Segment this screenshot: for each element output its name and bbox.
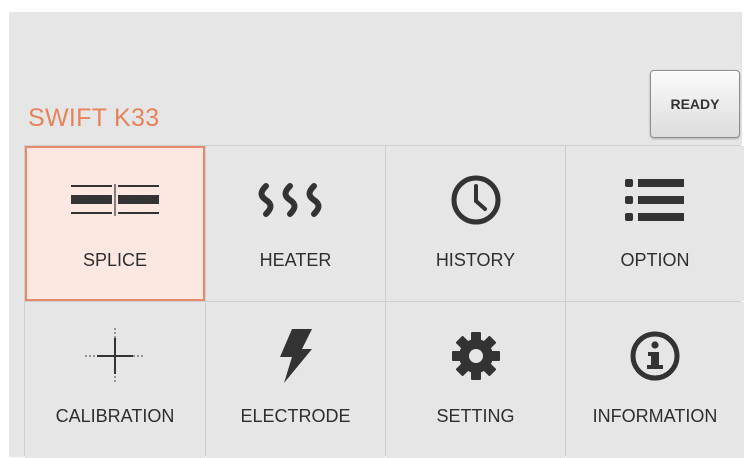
menu-tile-information[interactable]: INFORMATION	[566, 302, 744, 458]
menu-tile-label: SETTING	[436, 406, 515, 426]
menu-tile-electrode[interactable]: ELECTRODE	[206, 302, 385, 458]
menu-tile-label: ELECTRODE	[240, 406, 351, 426]
lightning-bolt-icon	[206, 329, 385, 383]
menu-tile-label: OPTION	[620, 250, 690, 270]
crosshair-icon	[25, 328, 205, 384]
menu-tile-label: CALIBRATION	[55, 406, 175, 426]
ready-button[interactable]: READY	[650, 70, 740, 138]
menu-tile-splice[interactable]: SPLICE	[25, 146, 205, 301]
menu-tile-label: INFORMATION	[592, 406, 718, 426]
splice-icon	[27, 174, 203, 226]
menu-tile-label: HISTORY	[435, 250, 516, 270]
menu-tile-label: HEATER	[259, 250, 332, 270]
info-icon	[566, 330, 744, 382]
menu-tile-history[interactable]: HISTORY	[386, 146, 565, 301]
list-icon	[566, 174, 744, 226]
menu-tile-heater[interactable]: HEATER	[206, 146, 385, 301]
menu-tile-option[interactable]: OPTION	[566, 146, 744, 301]
menu-tile-calibration[interactable]: CALIBRATION	[25, 302, 205, 458]
device-title: SWIFT K33	[28, 104, 160, 132]
gear-icon	[386, 330, 565, 382]
clock-icon	[386, 174, 565, 226]
menu-grid: SPLICE HEATER HISTORY OPTION CALIBRATION…	[24, 145, 744, 458]
heater-icon	[206, 174, 385, 226]
menu-tile-setting[interactable]: SETTING	[386, 302, 565, 458]
menu-tile-label: SPLICE	[82, 250, 148, 270]
